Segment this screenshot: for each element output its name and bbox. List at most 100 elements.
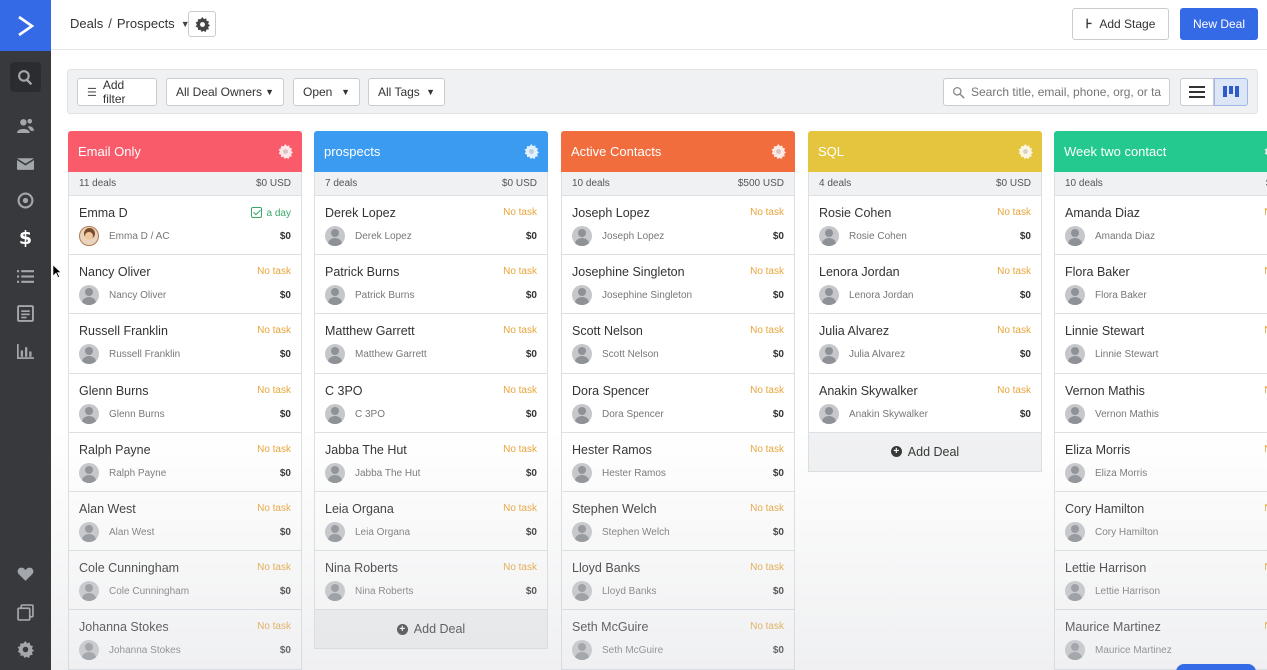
deal-card[interactable]: Russell Franklin No task Russell Frankli… bbox=[69, 314, 301, 374]
deal-card[interactable]: Vernon Mathis No Vernon Mathis bbox=[1055, 373, 1267, 433]
filter-bar: ☰ Add filter All Deal Owners ▼ Open ▼ Al… bbox=[67, 69, 1258, 114]
task-status[interactable]: No task bbox=[503, 444, 537, 455]
stage-header[interactable]: Active Contacts bbox=[561, 131, 795, 172]
kanban-view-button[interactable] bbox=[1214, 78, 1248, 106]
search-field[interactable] bbox=[943, 78, 1170, 106]
list-view-button[interactable] bbox=[1180, 78, 1214, 106]
task-status[interactable]: No task bbox=[257, 444, 291, 455]
search-input[interactable] bbox=[971, 85, 1161, 99]
task-status[interactable]: No task bbox=[257, 503, 291, 514]
task-status[interactable]: No task bbox=[997, 385, 1031, 396]
sidebar-settings[interactable] bbox=[10, 634, 41, 664]
deal-card[interactable]: Scott Nelson No task Scott Nelson $0 bbox=[562, 314, 794, 374]
sidebar-favorites[interactable] bbox=[10, 559, 41, 589]
task-status[interactable]: No task bbox=[503, 385, 537, 396]
stage-header[interactable]: Week two contact bbox=[1054, 131, 1267, 172]
task-status[interactable]: No task bbox=[750, 621, 784, 632]
task-status[interactable]: No task bbox=[257, 325, 291, 336]
deal-card[interactable]: Dora Spencer No task Dora Spencer $0 bbox=[562, 373, 794, 433]
deal-card[interactable]: Nancy Oliver No task Nancy Oliver $0 bbox=[69, 255, 301, 315]
deal-card[interactable]: Alan West No task Alan West $0 bbox=[69, 491, 301, 552]
sidebar-apps[interactable] bbox=[10, 597, 41, 627]
pipeline-selector[interactable]: Prospects bbox=[117, 16, 175, 31]
app-logo[interactable] bbox=[0, 0, 51, 51]
pipeline-settings-button[interactable] bbox=[188, 11, 216, 37]
sidebar-automations[interactable] bbox=[10, 185, 41, 215]
deal-card[interactable]: Glenn Burns No task Glenn Burns $0 bbox=[69, 373, 301, 433]
deal-card[interactable]: Matthew Garrett No task Matthew Garrett … bbox=[315, 314, 547, 374]
stage-header[interactable]: SQL bbox=[808, 131, 1042, 172]
deal-card[interactable]: Lettie Harrison No Lettie Harrison bbox=[1055, 551, 1267, 611]
deal-card[interactable]: Lenora Jordan No task Lenora Jordan $0 bbox=[809, 255, 1041, 315]
add-deal-button[interactable]: + Add Deal bbox=[809, 433, 1041, 471]
deal-card[interactable]: Lloyd Banks No task Lloyd Banks $0 bbox=[562, 551, 794, 611]
add-deal-label: Add Deal bbox=[413, 622, 466, 637]
deal-card[interactable]: Anakin Skywalker No task Anakin Skywalke… bbox=[809, 373, 1041, 433]
deal-card[interactable]: Julia Alvarez No task Julia Alvarez $0 bbox=[809, 314, 1041, 374]
deal-owners-select[interactable]: All Deal Owners ▼ bbox=[166, 78, 284, 106]
tags-select[interactable]: All Tags ▼ bbox=[368, 78, 445, 106]
deal-card[interactable]: Flora Baker No Flora Baker bbox=[1055, 255, 1267, 315]
avatar bbox=[79, 226, 99, 246]
deal-card[interactable]: Cory Hamilton No Cory Hamilton bbox=[1055, 491, 1267, 552]
task-status[interactable]: No task bbox=[997, 207, 1031, 218]
deal-card[interactable]: Cole Cunningham No task Cole Cunningham … bbox=[69, 551, 301, 611]
task-status[interactable]: No task bbox=[997, 325, 1031, 336]
task-status[interactable]: No task bbox=[750, 444, 784, 455]
deal-card[interactable]: Maurice Martinez No Maurice Martinez bbox=[1055, 610, 1267, 670]
deal-card[interactable]: Patrick Burns No task Patrick Burns $0 bbox=[315, 255, 547, 315]
deal-card[interactable]: Derek Lopez No task Derek Lopez $0 bbox=[315, 196, 547, 256]
task-status[interactable]: No task bbox=[503, 266, 537, 277]
sidebar-search[interactable] bbox=[10, 62, 41, 92]
add-filter-button[interactable]: ☰ Add filter bbox=[77, 78, 157, 106]
deal-card[interactable]: Jabba The Hut No task Jabba The Hut $0 bbox=[315, 432, 547, 492]
deal-card[interactable]: Seth McGuire No task Seth McGuire $0 bbox=[562, 610, 794, 670]
deal-card[interactable]: Hester Ramos No task Hester Ramos $0 bbox=[562, 432, 794, 492]
stage-header[interactable]: prospects bbox=[314, 131, 548, 172]
task-status[interactable]: No task bbox=[750, 503, 784, 514]
sidebar-deals[interactable]: $ bbox=[10, 223, 41, 253]
task-status[interactable]: No task bbox=[257, 621, 291, 632]
task-status[interactable]: No task bbox=[257, 385, 291, 396]
sidebar-forms[interactable] bbox=[10, 298, 41, 328]
stage-deal-count: 10 deals bbox=[1065, 178, 1103, 189]
task-status[interactable]: No task bbox=[257, 562, 291, 573]
deal-card[interactable]: Ralph Payne No task Ralph Payne $0 bbox=[69, 432, 301, 492]
deal-owner: Rosie Cohen bbox=[849, 231, 907, 242]
deal-card[interactable]: Eliza Morris No Eliza Morris bbox=[1055, 432, 1267, 492]
add-stage-button[interactable]: ⊦ Add Stage bbox=[1072, 8, 1169, 40]
task-status[interactable]: a day bbox=[250, 207, 291, 219]
deal-card[interactable]: Linnie Stewart No Linnie Stewart bbox=[1055, 314, 1267, 374]
add-deal-button[interactable]: + Add Deal bbox=[315, 610, 547, 648]
deal-card[interactable]: Leia Organa No task Leia Organa $0 bbox=[315, 491, 547, 552]
sidebar-campaigns[interactable] bbox=[10, 148, 41, 178]
deal-card[interactable]: Amanda Diaz No Amanda Diaz bbox=[1055, 196, 1267, 256]
deal-card[interactable]: Josephine Singleton No task Josephine Si… bbox=[562, 255, 794, 315]
task-status[interactable]: No task bbox=[503, 503, 537, 514]
breadcrumb-deals[interactable]: Deals bbox=[70, 16, 103, 31]
deal-card[interactable]: Nina Roberts No task Nina Roberts $0 bbox=[315, 551, 547, 611]
new-deal-button[interactable]: New Deal bbox=[1180, 8, 1258, 40]
deal-card[interactable]: Stephen Welch No task Stephen Welch $0 bbox=[562, 491, 794, 552]
task-status[interactable]: No task bbox=[750, 207, 784, 218]
task-status[interactable]: No task bbox=[503, 562, 537, 573]
deal-card[interactable]: Johanna Stokes No task Johanna Stokes $0 bbox=[69, 610, 301, 670]
deal-card[interactable]: Rosie Cohen No task Rosie Cohen $0 bbox=[809, 196, 1041, 256]
sidebar-reports[interactable] bbox=[10, 336, 41, 366]
sidebar-lists[interactable] bbox=[10, 261, 41, 291]
task-status[interactable]: No task bbox=[750, 266, 784, 277]
sidebar-contacts[interactable] bbox=[10, 110, 41, 140]
task-status[interactable]: No task bbox=[503, 325, 537, 336]
deal-card[interactable]: C 3PO No task C 3PO $0 bbox=[315, 373, 547, 433]
task-status[interactable]: No task bbox=[997, 266, 1031, 277]
help-button[interactable] bbox=[1176, 664, 1256, 670]
task-status[interactable]: No task bbox=[750, 325, 784, 336]
task-status[interactable]: No task bbox=[750, 385, 784, 396]
deal-card[interactable]: Emma D a day Emma D / AC $0 bbox=[69, 196, 301, 256]
task-status[interactable]: No task bbox=[503, 207, 537, 218]
task-status[interactable]: No task bbox=[750, 562, 784, 573]
deal-card[interactable]: Joseph Lopez No task Joseph Lopez $0 bbox=[562, 196, 794, 256]
status-select[interactable]: Open ▼ bbox=[293, 78, 360, 106]
task-status[interactable]: No task bbox=[257, 266, 291, 277]
stage-header[interactable]: Email Only bbox=[68, 131, 302, 172]
